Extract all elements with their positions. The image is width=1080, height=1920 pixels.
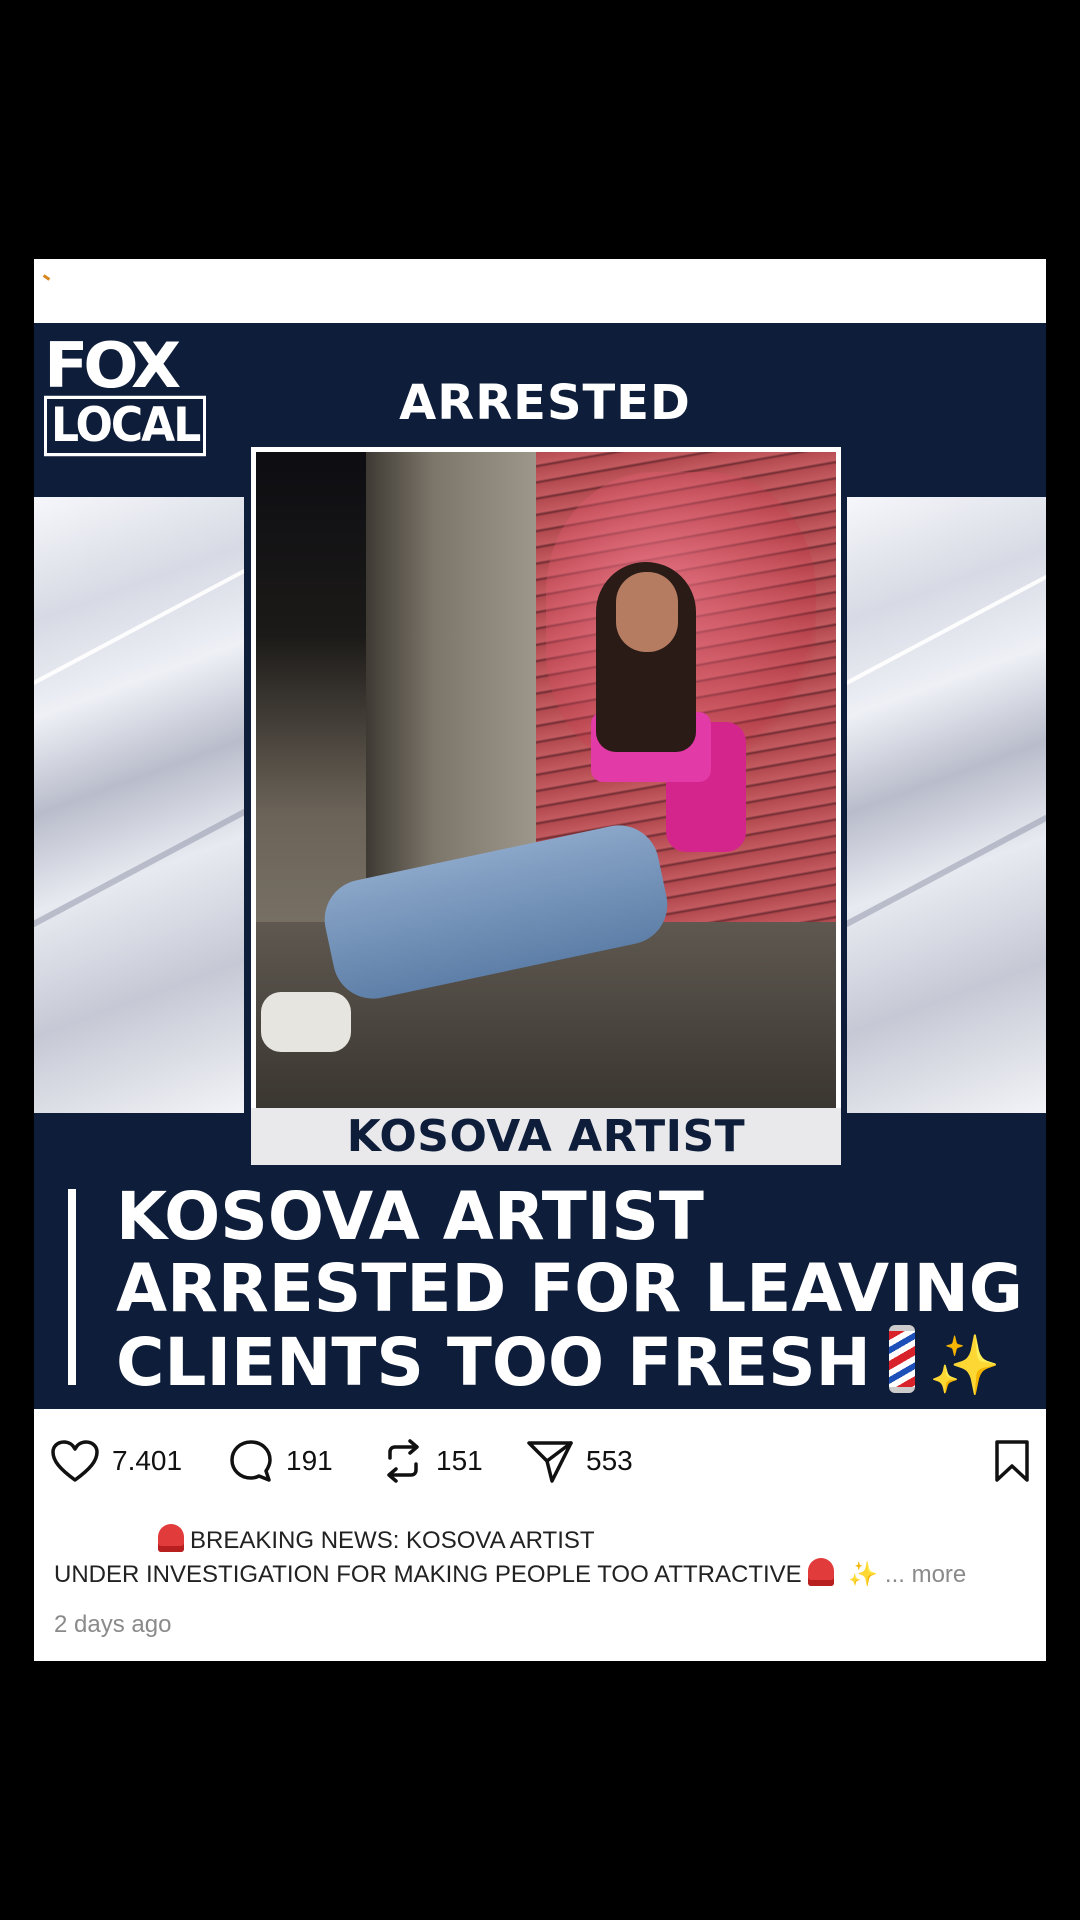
barber-pole-icon <box>888 1325 915 1393</box>
background-panel-right <box>847 497 1046 1113</box>
share-button[interactable]: 553 <box>526 1441 633 1483</box>
artist-photo <box>256 452 836 1108</box>
repost-count: 151 <box>436 1445 483 1476</box>
siren-icon <box>158 1524 184 1552</box>
siren-icon <box>808 1558 835 1586</box>
photo-caption: KOSOVA ARTIST <box>251 1108 841 1165</box>
loading-indicator <box>42 274 51 281</box>
headline-line3: CLIENTS TOO FRESH <box>116 1324 871 1401</box>
caption-line2: UNDER INVESTIGATION FOR MAKING PEOPLE TO… <box>54 1561 802 1588</box>
post-top-strip <box>34 259 1046 324</box>
caption-line1: BREAKING NEWS: KOSOVA ARTIST <box>190 1527 595 1554</box>
like-button[interactable]: 7.401 <box>50 1440 183 1482</box>
sparkles-icon: ✨ <box>928 1331 1002 1399</box>
caption-line1-wrap: BREAKING NEWS: KOSOVA ARTIST <box>54 1524 1034 1558</box>
repost-icon <box>387 1439 419 1483</box>
comment-button[interactable]: 191 <box>228 1440 333 1482</box>
headline-line3-wrap: CLIENTS TOO FRESH ✨ <box>116 1325 1036 1401</box>
bookmark-icon <box>995 1440 1029 1482</box>
headline: KOSOVA ARTIST ARRESTED FOR LEAVING CLIEN… <box>116 1181 1036 1401</box>
share-count: 553 <box>586 1445 633 1476</box>
comment-count: 191 <box>286 1445 333 1476</box>
post-image[interactable]: FOX LOCAL ARRESTED KOSOVA ARTIST KOSOVA … <box>34 323 1046 1409</box>
action-bar: 7.401 191 151 553 <box>34 1409 1046 1509</box>
headline-accent-bar <box>68 1189 76 1385</box>
send-icon <box>527 1441 573 1483</box>
caption-line2-wrap: UNDER INVESTIGATION FOR MAKING PEOPLE TO… <box>54 1558 1034 1592</box>
sparkles-icon: ✨ <box>848 1561 879 1588</box>
headline-line1: KOSOVA ARTIST <box>116 1178 704 1255</box>
post-caption: BREAKING NEWS: KOSOVA ARTIST UNDER INVES… <box>54 1524 1034 1592</box>
repost-button[interactable]: 151 <box>382 1439 483 1483</box>
comment-icon <box>230 1440 272 1482</box>
headline-line2: ARRESTED FOR LEAVING <box>116 1250 1023 1327</box>
photo-frame: KOSOVA ARTIST <box>251 447 841 1165</box>
background-panel-left <box>34 497 244 1113</box>
like-count: 7.401 <box>112 1445 183 1476</box>
more-link[interactable]: ... more <box>885 1561 966 1588</box>
kicker-title: ARRESTED <box>399 375 691 431</box>
post-timestamp: 2 days ago <box>54 1611 172 1638</box>
heart-icon <box>51 1440 99 1482</box>
post-card: FOX LOCAL ARRESTED KOSOVA ARTIST KOSOVA … <box>34 259 1046 1661</box>
save-button[interactable] <box>992 1440 1032 1482</box>
